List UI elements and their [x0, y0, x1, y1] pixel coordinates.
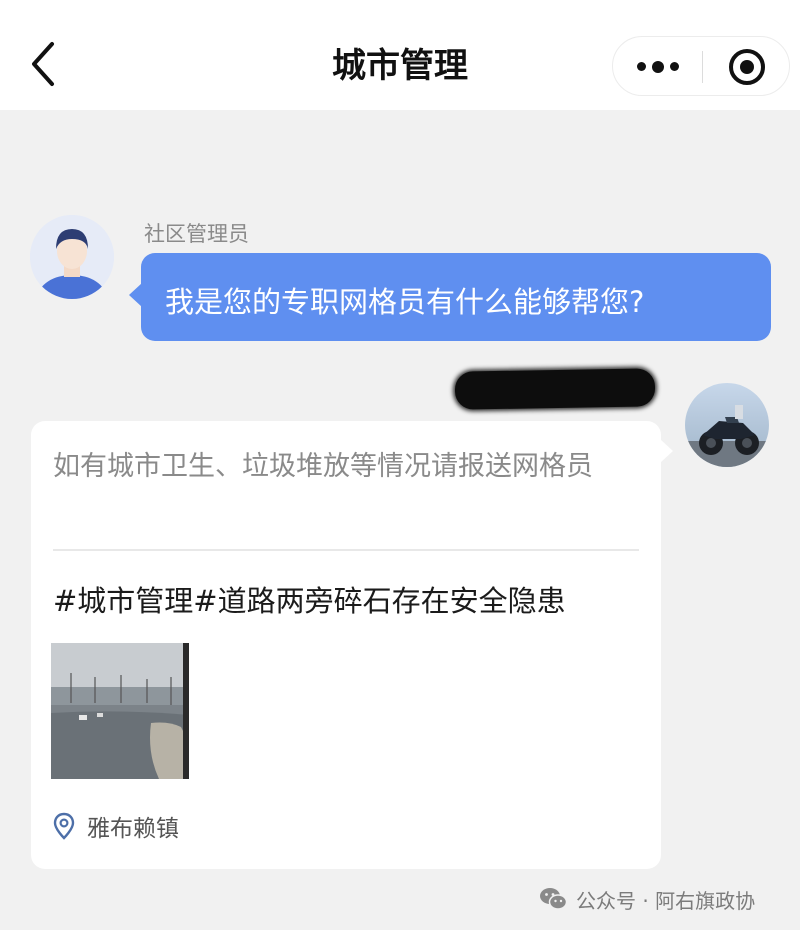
report-topic[interactable]: #城市管理#道路两旁碎石存在安全隐患 — [53, 578, 566, 620]
report-hint: 如有城市卫生、垃圾堆放等情况请报送网格员 — [53, 451, 593, 482]
road-photo — [51, 643, 189, 779]
user-avatar[interactable] — [685, 383, 769, 467]
top-navigation-bar: 城市管理 — [0, 0, 800, 110]
mini-program-capsule — [612, 36, 790, 96]
location-pin-icon — [53, 812, 75, 840]
user-avatar-icon — [30, 215, 114, 299]
sender-name: 社区管理员 — [144, 222, 249, 246]
card-divider — [53, 549, 639, 551]
admin-message-bubble[interactable]: 我是您的专职网格员有什么能够帮您? — [129, 253, 771, 341]
wechat-icon — [540, 888, 568, 910]
redacted-username — [454, 368, 656, 410]
location-text: 雅布赖镇 — [87, 816, 179, 842]
admin-message-text: 我是您的专职网格员有什么能够帮您? — [165, 285, 645, 319]
target-close-icon — [729, 49, 765, 85]
admin-avatar[interactable] — [30, 215, 114, 299]
close-mini-program-button[interactable] — [703, 37, 791, 97]
watermark: 公众号 · 阿右旗政协 — [538, 884, 755, 914]
report-card[interactable]: 如有城市卫生、垃圾堆放等情况请报送网格员 #城市管理#道路两旁碎石存在安全隐患 — [31, 421, 673, 869]
report-location[interactable]: 雅布赖镇 — [53, 811, 179, 842]
more-options-button[interactable] — [613, 37, 702, 97]
watermark-text: 公众号 · 阿右旗政协 — [576, 888, 756, 913]
report-photo[interactable] — [51, 643, 189, 779]
motorcycle-photo-avatar — [685, 383, 769, 467]
